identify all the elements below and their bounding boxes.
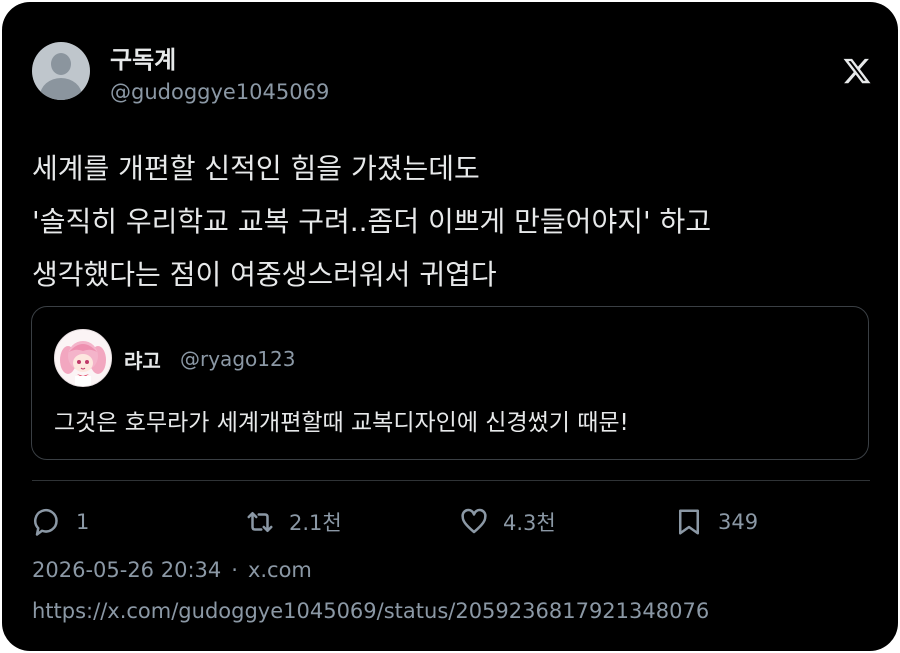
reply-icon bbox=[34, 509, 58, 536]
tweet-card: 구독계 @gudoggye1045069 세계를 개편할 신적인 힘을 가졌는데… bbox=[2, 2, 898, 651]
tweet-text-line: 생각했다는 점이 여중생스러워서 귀엽다 bbox=[32, 258, 497, 291]
quoted-author-handle[interactable]: @ryago123 bbox=[180, 347, 295, 371]
author-handle[interactable]: @gudoggye1045069 bbox=[110, 80, 329, 104]
like-button[interactable]: 4.3천 bbox=[459, 506, 556, 538]
author-display-name[interactable]: 구독계 bbox=[110, 40, 176, 75]
like-count: 4.3천 bbox=[503, 511, 556, 535]
tweet-text: 세계를 개편할 신적인 힘을 가졌는데도 '솔직히 우리학교 교복 구려..좀더… bbox=[32, 142, 882, 301]
bookmark-count: 349 bbox=[718, 510, 759, 534]
quoted-tweet[interactable]: 랴고 @ryago123 그것은 호무라가 세계개편할때 교복디자인에 신경썼기… bbox=[31, 306, 869, 460]
avatar-body-shape bbox=[40, 78, 82, 100]
tweet-text-line: 세계를 개편할 신적인 힘을 가졌는데도 bbox=[32, 152, 480, 185]
avatar-head-shape bbox=[51, 53, 71, 75]
bookmark-icon bbox=[679, 509, 699, 535]
heart-icon bbox=[461, 508, 487, 534]
meta-separator: · bbox=[231, 558, 238, 582]
tweet-url[interactable]: https://x.com/gudoggye1045069/status/205… bbox=[32, 599, 709, 623]
tweet-timestamp[interactable]: 2026-05-26 20:34 bbox=[32, 558, 221, 582]
x-logo-icon[interactable] bbox=[842, 56, 872, 86]
retweet-icon bbox=[247, 512, 273, 532]
retweet-button[interactable]: 2.1천 bbox=[245, 506, 342, 538]
actions-divider bbox=[32, 480, 870, 481]
reply-count: 1 bbox=[76, 510, 90, 534]
quoted-tweet-text: 그것은 호무라가 세계개편할때 교복디자인에 신경썼기 때문! bbox=[54, 410, 629, 436]
author-avatar[interactable] bbox=[32, 42, 90, 100]
bookmark-button[interactable]: 349 bbox=[674, 506, 758, 538]
reply-button[interactable]: 1 bbox=[32, 506, 89, 538]
quoted-author-avatar[interactable] bbox=[54, 329, 112, 387]
retweet-count: 2.1천 bbox=[289, 511, 342, 535]
anime-avatar-icon bbox=[60, 341, 106, 386]
tweet-text-line: '솔직히 우리학교 교복 구려..좀더 이쁘게 만들어야지' 하고 bbox=[32, 205, 712, 238]
quoted-author-display-name[interactable]: 랴고 bbox=[124, 345, 161, 374]
tweet-source[interactable]: x.com bbox=[248, 558, 312, 582]
tweet-meta: 2026-05-26 20:34 · x.com bbox=[32, 558, 312, 582]
